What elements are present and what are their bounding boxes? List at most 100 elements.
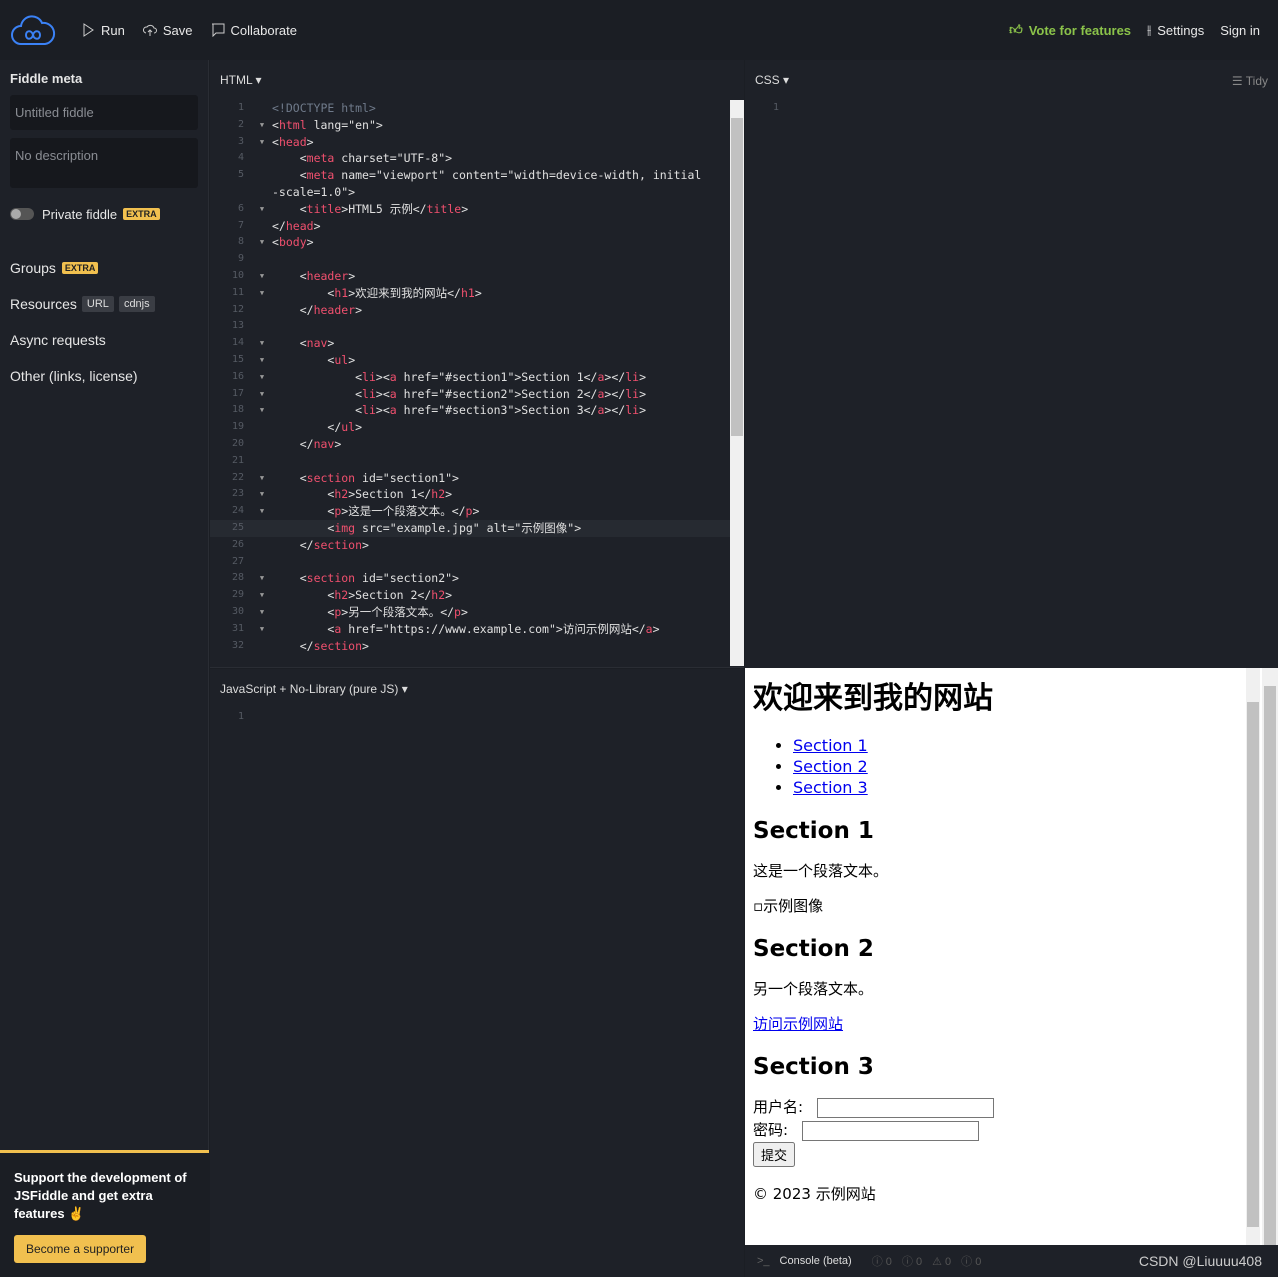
sidebar-item-groups[interactable]: Groups EXTRA xyxy=(10,250,198,286)
fold-arrow-icon[interactable]: ▼ xyxy=(252,570,272,587)
html-language-selector[interactable]: HTML ▾ xyxy=(210,60,744,100)
code-line[interactable]: 9 xyxy=(210,251,744,268)
nav-link-section-1[interactable]: Section 1 xyxy=(793,736,868,755)
outer-scrollbar[interactable] xyxy=(1262,668,1278,1245)
html-code-editor[interactable]: 1 <!DOCTYPE html> 2 ▼ <html lang="en"> 3 ▼ <hea… xyxy=(210,100,744,666)
save-button[interactable]: Save xyxy=(142,23,193,38)
js-code-editor[interactable]: 1 xyxy=(210,709,744,726)
fold-arrow-icon[interactable]: ▼ xyxy=(252,486,272,503)
sidebar-item-resources[interactable]: Resources URL cdnjs xyxy=(10,286,198,322)
line-number: 17 xyxy=(231,387,244,399)
code-line[interactable]: 1 <!DOCTYPE html> xyxy=(210,100,744,117)
fold-arrow-icon[interactable]: ▼ xyxy=(252,134,272,151)
html-scrollbar[interactable] xyxy=(730,100,744,666)
code-line[interactable]: 7 </head> xyxy=(210,218,744,235)
code-line[interactable]: 31 ▼ <a href="https://www.example.com">访问… xyxy=(210,621,744,638)
code-line[interactable]: 19 </ul> xyxy=(210,419,744,436)
become-supporter-button[interactable]: Become a supporter xyxy=(14,1235,147,1263)
code-line[interactable]: 30 ▼ <p>另一个段落文本。</p> xyxy=(210,604,744,621)
sign-in-button[interactable]: Sign in xyxy=(1220,23,1260,38)
code-text: </head> xyxy=(272,218,321,233)
username-input[interactable] xyxy=(817,1097,995,1118)
code-line[interactable]: 5 <meta name="viewport" content="width=d… xyxy=(210,167,744,201)
fold-arrow-icon[interactable]: ▼ xyxy=(252,369,272,386)
fold-arrow-icon[interactable]: ▼ xyxy=(252,621,272,638)
fold-arrow-icon[interactable]: ▼ xyxy=(252,587,272,604)
fold-arrow-icon[interactable]: ▼ xyxy=(252,117,272,134)
code-line[interactable]: 28 ▼ <section id="section2"> xyxy=(210,570,744,587)
css-language-selector[interactable]: CSS ▾ xyxy=(745,60,1278,100)
code-line[interactable]: 20 </nav> xyxy=(210,436,744,453)
code-text: <html lang="en"> xyxy=(272,117,383,132)
code-line[interactable]: 27 xyxy=(210,554,744,571)
toggle-switch[interactable] xyxy=(10,208,34,220)
info-count: ⓘ 0 xyxy=(901,1256,923,1268)
line-number: 31 xyxy=(231,622,244,634)
code-text: </header> xyxy=(272,302,363,317)
line-number: 9 xyxy=(237,253,244,265)
section-1-title: Section 1 xyxy=(753,818,874,844)
fold-arrow-icon[interactable]: ▼ xyxy=(252,234,272,251)
private-fiddle-toggle[interactable]: Private fiddle EXTRA xyxy=(10,196,198,232)
fold-arrow-icon xyxy=(252,419,272,436)
console-bar[interactable]: >_ Console (beta) ⓘ 0 ⓘ 0 ⚠ 0 ⓘ 0 CSDN @… xyxy=(745,1245,1278,1277)
js-language-selector[interactable]: JavaScript + No-Library (pure JS) ▾ xyxy=(210,669,744,709)
jsfiddle-logo-icon[interactable] xyxy=(9,12,57,48)
settings-button[interactable]: ⫲ Settings xyxy=(1147,22,1204,38)
fold-arrow-icon[interactable]: ▼ xyxy=(252,503,272,520)
code-line[interactable]: 26 </section> xyxy=(210,537,744,554)
code-line[interactable]: 25 <img src="example.jpg" alt="示例图像"> xyxy=(210,519,744,537)
fold-arrow-icon[interactable]: ▼ xyxy=(252,335,272,352)
cloud-upload-icon xyxy=(142,24,157,36)
code-text: <section id="section1"> xyxy=(272,470,459,485)
code-text: <p>这是一个段落文本。</p> xyxy=(272,504,480,519)
fold-arrow-icon[interactable]: ▼ xyxy=(252,402,272,419)
code-line[interactable]: 17 ▼ <li><a href="#section2">Section 2</a… xyxy=(210,386,744,403)
fold-arrow-icon[interactable]: ▼ xyxy=(252,285,272,302)
css-code-editor[interactable]: 1 xyxy=(745,100,1278,117)
fold-arrow-icon[interactable]: ▼ xyxy=(252,352,272,369)
tidy-button[interactable]: ☰ Tidy xyxy=(1232,74,1268,88)
code-line[interactable]: 10 ▼ <header> xyxy=(210,268,744,285)
sidebar-item-async[interactable]: Async requests xyxy=(10,322,198,358)
preview-scrollbar[interactable] xyxy=(1246,668,1260,1245)
code-line[interactable]: 16 ▼ <li><a href="#section1">Section 1</a… xyxy=(210,369,744,386)
code-line[interactable]: 32 </section> xyxy=(210,638,744,655)
fold-arrow-icon[interactable]: ▼ xyxy=(252,604,272,621)
code-line[interactable]: 18 ▼ <li><a href="#section3">Section 3</a… xyxy=(210,402,744,419)
code-line[interactable]: 15 ▼ <ul> xyxy=(210,352,744,369)
code-line[interactable]: 29 ▼ <h2>Section 2</h2> xyxy=(210,587,744,604)
submit-button[interactable]: 提交 xyxy=(753,1142,796,1167)
collaborate-button[interactable]: Collaborate xyxy=(211,23,297,38)
fold-arrow-icon[interactable]: ▼ xyxy=(252,470,272,487)
nav-link-section-3[interactable]: Section 3 xyxy=(793,778,868,797)
fold-arrow-icon[interactable]: ▼ xyxy=(252,201,272,218)
run-button[interactable]: Run xyxy=(81,23,125,38)
code-line[interactable]: 11 ▼ <h1>欢迎来到我的网站</h1> xyxy=(210,285,744,302)
code-line[interactable]: 14 ▼ <nav> xyxy=(210,335,744,352)
code-line[interactable]: 23 ▼ <h2>Section 1</h2> xyxy=(210,486,744,503)
password-input[interactable] xyxy=(802,1120,980,1141)
fold-arrow-icon xyxy=(252,638,272,655)
code-line[interactable]: 12 </header> xyxy=(210,302,744,319)
nav-link-section-2[interactable]: Section 2 xyxy=(793,757,868,776)
code-line[interactable]: 4 <meta charset="UTF-8"> xyxy=(210,150,744,167)
vote-button[interactable]: 👍︎ Vote for features xyxy=(1009,22,1131,38)
code-line[interactable]: 24 ▼ <p>这是一个段落文本。</p> xyxy=(210,503,744,520)
url-badge[interactable]: URL xyxy=(81,296,114,312)
fold-arrow-icon[interactable]: ▼ xyxy=(252,386,272,403)
cdnjs-badge[interactable]: cdnjs xyxy=(118,296,155,312)
code-line[interactable]: 2 ▼ <html lang="en"> xyxy=(210,117,744,134)
code-line[interactable]: 6 ▼ <title>HTML5 示例</title> xyxy=(210,201,744,218)
code-line[interactable]: 3 ▼ <head> xyxy=(210,134,744,151)
code-line[interactable]: 8 ▼ <body> xyxy=(210,234,744,251)
fiddle-description-input[interactable]: No description xyxy=(10,138,198,188)
code-line[interactable]: 21 xyxy=(210,453,744,470)
code-line[interactable]: 13 xyxy=(210,318,744,335)
example-site-link[interactable]: 访问示例网站 xyxy=(753,1015,843,1033)
code-text: <section id="section2"> xyxy=(272,571,459,586)
sidebar-item-other[interactable]: Other (links, license) xyxy=(10,358,198,394)
fiddle-name-input[interactable]: Untitled fiddle xyxy=(10,95,198,130)
code-line[interactable]: 22 ▼ <section id="section1"> xyxy=(210,470,744,487)
fold-arrow-icon[interactable]: ▼ xyxy=(252,268,272,285)
